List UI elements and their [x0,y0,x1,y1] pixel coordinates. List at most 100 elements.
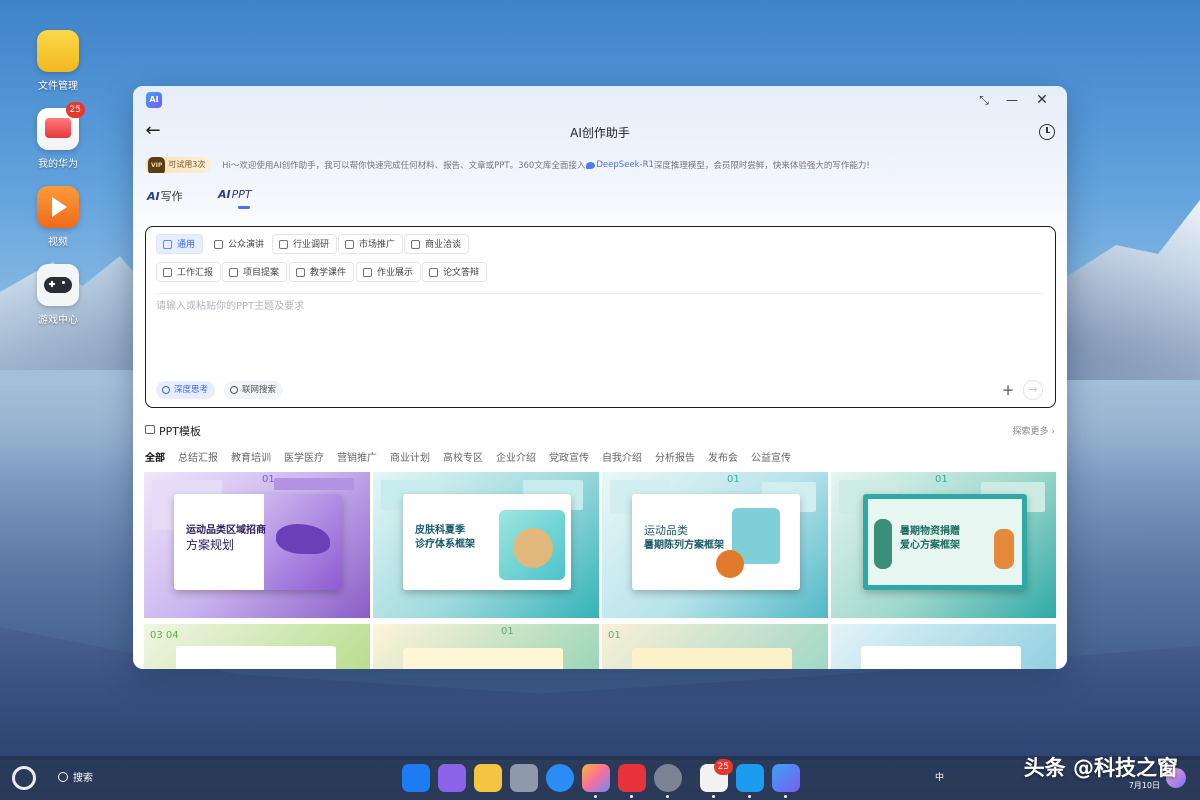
category-tab[interactable]: 企业介绍 [496,449,536,464]
category-tab[interactable]: 营销推广 [337,449,377,464]
minimize-icon[interactable]: — [1003,91,1021,109]
slide-number: 01 [935,474,948,485]
desktop-icon-my-huawei[interactable]: 25 我的华为 [22,102,94,170]
template-icon [145,425,155,434]
template-title: 暑期物资捐赠 爱心方案框架 [900,526,960,551]
notification-badge: 25 [65,102,85,118]
ime-indicator[interactable]: 中 [935,770,944,783]
magnifier-doc-icon [279,240,288,249]
ai-assistant-window: AI ⤡ — ✕ ← AI创作助手 VIP 可试用3次 Hi～欢迎使用AI创作助手… [133,86,1067,669]
deep-think-toggle[interactable]: 深度思考 [156,381,216,399]
web-search-toggle[interactable]: 联网搜索 [224,381,284,399]
desktop-icon-file-manager[interactable]: 文件管理 [22,30,94,92]
template-slide-preview: 运动品类区域招商 方案规划 [174,494,342,590]
dock-app-browser-icon[interactable] [546,764,574,792]
scenario-chip-project-proposal[interactable]: 项目提案 [222,262,288,282]
page-header: ← AI创作助手 [133,120,1067,144]
scenario-chip-work-report[interactable]: 工作汇报 [156,262,222,282]
close-icon[interactable]: ✕ [1033,91,1051,109]
scenario-chip-business-talk[interactable]: 商业洽谈 [404,234,470,254]
tab-ai-writing[interactable]: AI写作 [147,188,183,204]
scenario-chip-thesis-defense[interactable]: 论文答辩 [422,262,488,282]
desktop-icon-game-center[interactable]: 游戏中心 [22,264,94,326]
template-title: 运动品类区域招商 方案规划 [186,525,266,552]
folder-icon [37,30,79,72]
template-slide-preview: 运动品类 暑期陈列方案框架 [632,494,800,590]
template-card[interactable]: 01 [373,624,599,669]
add-attachment-button[interactable]: + [999,381,1017,399]
ai-app-icon: AI [146,92,162,108]
desktop-icon-label: 视频 [48,237,68,248]
dock-app-my-huawei-icon[interactable]: 25 [700,759,733,798]
category-tab-all[interactable]: 全部 [145,449,165,464]
slide-number: 01 [262,474,275,485]
ppt-prompt-card: 通用 公众演讲 行业调研 市场推广 商业洽谈 工作汇报 项目提案 教学课件 作业… [145,226,1056,408]
taskbar: 搜索 25 中 7月10日 [0,756,1200,800]
tab-ai-ppt[interactable]: AIPPT [218,188,252,209]
template-title: 皮肤科夏季 诊疗体系框架 [415,525,475,550]
notice-tail: 深度推理模型，会员限时尝鲜，快来体验强大的写作能力! [653,161,870,171]
category-tab[interactable]: 自我介绍 [602,449,642,464]
vip-tag: VIP [148,157,166,173]
ppt-templates-header: PPT模板 探索更多 › [145,423,1055,439]
chart-icon [345,240,354,249]
dock-app-notes-icon[interactable] [736,764,764,798]
scenario-chip-public-speech[interactable]: 公众演讲 [207,234,273,254]
vip-trial-text: 可试用3次 [168,160,206,169]
template-slide-preview: 暑期物资捐赠 爱心方案框架 [863,494,1027,590]
notice-brand: DeepSeek-R1 [596,160,654,170]
vip-trial-badge[interactable]: VIP 可试用3次 [145,157,212,173]
restore-icon[interactable]: ⤡ [975,91,993,109]
dock-app-launcher-icon[interactable] [402,764,430,792]
dock-app-photos-icon[interactable] [582,764,610,798]
slide-number: 01 [608,630,621,641]
section-title: PPT模板 [159,425,201,438]
history-clock-icon[interactable] [1039,124,1055,140]
scenario-chip-general[interactable]: 通用 [156,234,204,254]
category-tab[interactable]: 医学医疗 [284,449,324,464]
welcome-notice: VIP 可试用3次 Hi～欢迎使用AI创作助手，我可以帮你快速完成任何材料、报告、… [145,157,1055,173]
document-icon [296,268,305,277]
scenario-chip-homework[interactable]: 作业展示 [356,262,422,282]
desktop-icon-label: 游戏中心 [38,315,78,326]
start-menu-icon[interactable] [12,766,36,790]
desktop-icon-label: 我的华为 [38,159,78,170]
template-card[interactable]: 皮肤科夏季 诊疗体系框架 [373,472,599,618]
template-grid: 运动品类区域招商 方案规划 01 皮肤科夏季 诊疗体系框架 运动品类 暑期陈列方案框架… [144,472,1056,669]
dock-app-gallery-icon[interactable] [438,764,466,792]
scenario-chip-industry-research[interactable]: 行业调研 [272,234,338,254]
send-button[interactable]: → [1023,380,1043,400]
ppt-topic-input[interactable] [156,297,1036,373]
template-card[interactable]: 01 [602,624,828,669]
category-tab[interactable]: 公益宣传 [751,449,791,464]
taskbar-search-button[interactable]: 搜索 [58,769,93,784]
slide-number: 01 [501,626,514,637]
explore-more-link[interactable]: 探索更多 › [1013,424,1055,437]
dock-app-appgallery-icon[interactable] [618,764,646,798]
category-tab[interactable]: 分析报告 [655,449,695,464]
notice-text: Hi～欢迎使用AI创作助手，我可以帮你快速完成任何材料、报告、文章或PPT。36… [222,161,586,171]
desktop-icon-video[interactable]: 视频 [22,186,94,248]
dock-app-settings-icon[interactable] [654,764,682,798]
dock-app-files-icon[interactable] [474,764,502,792]
category-tab[interactable]: 高校专区 [443,449,483,464]
dock-app-ai-assistant-icon[interactable] [772,764,800,798]
scenario-chip-marketing[interactable]: 市场推广 [338,234,404,254]
category-tab[interactable]: 教育培训 [231,449,271,464]
microphone-icon [214,240,223,249]
template-card[interactable]: 运动品类区域招商 方案规划 01 [144,472,370,618]
template-card[interactable]: 运动品类 暑期陈列方案框架 01 [602,472,828,618]
category-tab[interactable]: 发布会 [708,449,738,464]
category-tab[interactable]: 商业计划 [390,449,430,464]
category-tab[interactable]: 党政宣传 [549,449,589,464]
dock-app-trash-icon[interactable] [510,764,538,792]
template-card[interactable]: 暑期物资捐赠 爱心方案框架 01 [831,472,1056,618]
scenario-chip-courseware[interactable]: 教学课件 [289,262,355,282]
template-card[interactable] [831,624,1056,669]
category-tab[interactable]: 总结汇报 [178,449,218,464]
image-icon [229,268,238,277]
window-titlebar[interactable]: AI ⤡ — ✕ [133,86,1067,114]
watermark: 头条 @科技之窗 [1023,756,1178,780]
template-card[interactable]: 03 04 [144,624,370,669]
huawei-box-icon: 25 [37,102,85,150]
